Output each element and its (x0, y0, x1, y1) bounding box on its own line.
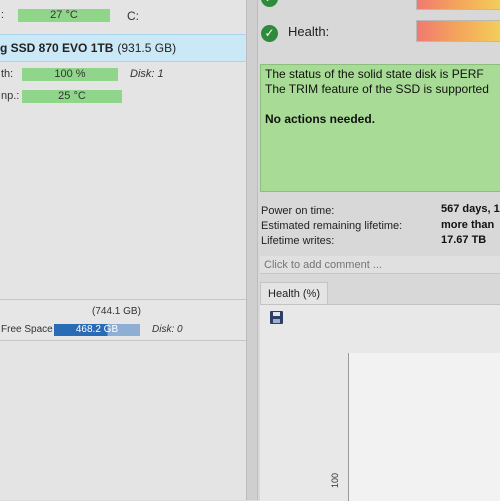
disk-capacity: (931.5 GB) (117, 41, 177, 55)
lifetime-writes-value: 17.67 TB (441, 234, 487, 246)
health-row-bar: 100 % (22, 68, 118, 81)
pane-splitter[interactable] (246, 0, 258, 500)
health-bar (416, 20, 500, 42)
top-temp-bar: 27 °C (18, 9, 110, 22)
volume-panel[interactable]: (744.1 GB) Free Space 468.2 GB Disk: 0 (0, 299, 246, 341)
health-label: Health: (288, 24, 330, 39)
selected-disk-item[interactable]: g SSD 870 EVO 1TB (931.5 GB) (0, 34, 246, 62)
top-row-label: : (1, 9, 5, 21)
disk-name: g SSD 870 EVO 1TB (0, 41, 114, 55)
temp-row-label: np.: (1, 90, 20, 102)
free-space-bar: 468.2 GB (54, 324, 140, 336)
remaining-lifetime-value: more than (441, 219, 495, 231)
volume-capacity: (744.1 GB) (92, 306, 141, 317)
performance-bar (416, 0, 500, 10)
volume-disk: Disk: 0 (152, 324, 183, 335)
status-message-box: The status of the solid state disk is PE… (260, 64, 500, 192)
health-row-label: th: (1, 68, 14, 80)
comment-input[interactable] (260, 256, 500, 274)
free-space-label: Free Space (1, 324, 53, 335)
remaining-lifetime-label: Estimated remaining lifetime: (261, 220, 403, 232)
status-line-3: No actions needed. (265, 112, 376, 126)
status-line-1: The status of the solid state disk is PE… (265, 67, 484, 81)
power-on-label: Power on time: (261, 205, 335, 217)
check-circle-icon: ✓ (261, 0, 278, 7)
power-on-value: 567 days, 1 (441, 203, 500, 215)
temp-row-bar: 25 °C (22, 90, 122, 103)
save-icon[interactable] (270, 311, 283, 324)
health-chart-area: 100 (260, 304, 500, 501)
health-row-disk: Disk: 1 (130, 68, 164, 80)
disk-detail-pane: ✓ ✓ Health: The status of the solid stat… (258, 0, 500, 501)
health-plot-frame (348, 353, 500, 501)
y-axis-max-label: 100 (330, 472, 340, 488)
drive-letter: C: (127, 9, 139, 23)
check-circle-icon: ✓ (261, 25, 278, 42)
lifetime-writes-label: Lifetime writes: (261, 235, 335, 247)
status-line-2: The TRIM feature of the SSD is supported (265, 82, 489, 96)
disk-list-pane: : 27 °C C: g SSD 870 EVO 1TB (931.5 GB) t… (0, 0, 246, 500)
tab-health[interactable]: Health (%) (260, 282, 328, 305)
